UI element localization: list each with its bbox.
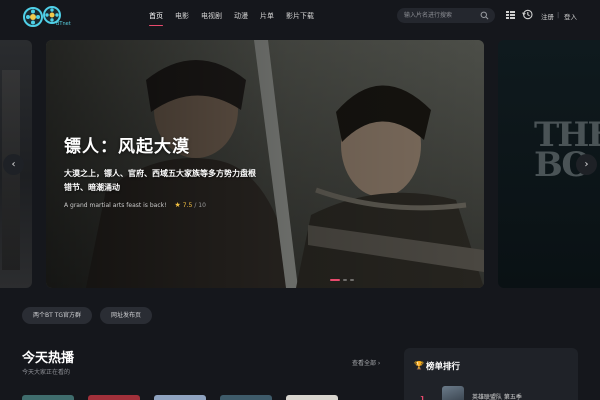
movie-card[interactable] — [286, 395, 338, 400]
slide-description: 大漠之上，镖人、官府、西域五大家族等多方势力盘根 错节、暗潮涌动 — [64, 167, 274, 195]
slide-info: 镖人：风起大漠 大漠之上，镖人、官府、西域五大家族等多方势力盘根 错节、暗潮涌动… — [64, 132, 274, 209]
slide-tagline: A grand martial arts feast is back! — [64, 201, 167, 209]
nav-item-download[interactable]: 影片下载 — [286, 0, 314, 34]
rank-item-title[interactable]: 英雄联盟队 第五季 — [472, 392, 522, 400]
search-icon[interactable] — [480, 11, 489, 20]
hot-thumbnails — [22, 395, 338, 400]
nav-item-tv[interactable]: 电视剧 — [201, 0, 222, 34]
page: BTnet 首页 电影 电视剧 动漫 片单 影片下载 注册 | — [0, 0, 600, 400]
logo-text: BTnet — [56, 21, 71, 27]
carousel-dot[interactable] — [343, 279, 347, 281]
carousel-dot[interactable] — [330, 279, 340, 281]
slide-meta: A grand martial arts feast is back! ★ 7.… — [64, 201, 274, 209]
history-icon[interactable] — [522, 9, 533, 20]
nav-item-lists[interactable]: 片单 — [260, 0, 274, 34]
section-title: 今天热播 — [22, 351, 75, 366]
url-release-button[interactable]: 网址发布页 — [100, 307, 153, 324]
nav-item-home[interactable]: 首页 — [149, 0, 163, 34]
section-subtitle: 今天大家正在看的 — [22, 369, 71, 376]
carousel-prev-button[interactable]: ‹ — [3, 154, 24, 175]
chevron-right-icon: › — [584, 159, 589, 170]
movie-card[interactable] — [88, 395, 140, 400]
rating-score: 7.5 — [182, 201, 193, 209]
list-icon[interactable] — [505, 9, 516, 20]
main-nav: 首页 电影 电视剧 动漫 片单 影片下载 — [149, 0, 326, 34]
chevron-left-icon: ‹ — [11, 159, 16, 170]
movie-card[interactable] — [220, 395, 272, 400]
top-nav-bar: BTnet 首页 电影 电视剧 动漫 片单 影片下载 注册 | — [0, 0, 600, 34]
quick-links: 两个BT TG官方群 网址发布页 — [22, 307, 153, 324]
rating-scale: / 10 — [194, 201, 206, 209]
ranking-title: 榜单排行 — [426, 362, 461, 372]
carousel-next-button[interactable]: › — [576, 154, 597, 175]
slide-desc-line-1: 大漠之上，镖人、官府、西域五大家族等多方势力盘根 — [64, 169, 256, 178]
carousel-dots — [330, 279, 354, 281]
separator: | — [557, 11, 560, 19]
carousel-active-slide[interactable]: 镖人：风起大漠 大漠之上，镖人、官府、西域五大家族等多方势力盘根 错节、暗潮涌动… — [46, 40, 484, 288]
rank-number: 1 — [420, 395, 425, 400]
trophy-icon: 🏆 — [414, 361, 424, 370]
search-box — [397, 8, 495, 23]
movie-card[interactable] — [154, 395, 206, 400]
carousel-dot[interactable] — [350, 279, 354, 281]
search-input[interactable] — [404, 8, 478, 23]
star-icon: ★ — [174, 201, 181, 209]
hero-carousel: 镖人：风起大漠 大漠之上，镖人、官府、西域五大家族等多方势力盘根 错节、暗潮涌动… — [0, 40, 600, 290]
slide-title[interactable]: 镖人：风起大漠 — [64, 132, 274, 157]
movie-card[interactable] — [22, 395, 74, 400]
ranking-panel: 🏆 榜单排行 1 英雄联盟队 第五季 — [404, 348, 578, 400]
telegram-group-button[interactable]: 两个BT TG官方群 — [22, 307, 93, 324]
rank-poster[interactable] — [442, 386, 464, 400]
register-link[interactable]: 注册 — [541, 11, 554, 21]
nav-item-anime[interactable]: 动漫 — [234, 0, 248, 34]
view-all-link[interactable]: 查看全部 › — [352, 358, 380, 367]
login-link[interactable]: 登入 — [564, 11, 577, 21]
nav-item-movies[interactable]: 电影 — [175, 0, 189, 34]
slide-desc-line-2: 错节、暗潮涌动 — [64, 183, 120, 192]
